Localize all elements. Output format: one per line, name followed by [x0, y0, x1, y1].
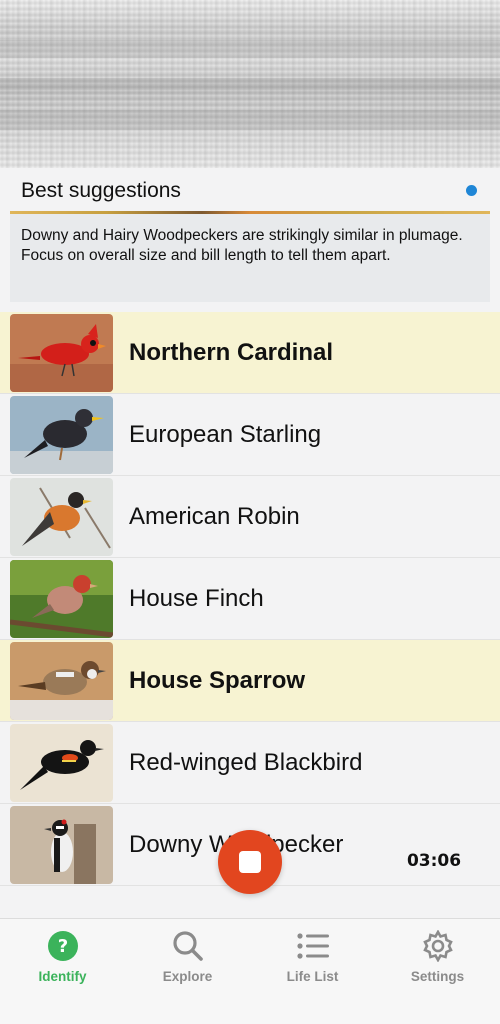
tab-life-list[interactable]: Life List	[250, 919, 375, 1024]
list-icon	[296, 929, 330, 963]
bird-name: Northern Cardinal	[129, 338, 334, 366]
stop-recording-button[interactable]	[218, 830, 282, 894]
tab-explore[interactable]: Explore	[125, 919, 250, 1024]
bird-photo	[10, 559, 113, 638]
bird-photo	[10, 477, 113, 556]
bird-name: Red-winged Blackbird	[129, 748, 363, 776]
list-item[interactable]: Northern Cardinal	[0, 312, 500, 394]
bird-photo	[10, 313, 113, 392]
bird-name: European Starling	[129, 420, 322, 448]
tab-label: Identify	[38, 969, 87, 984]
bird-photo	[10, 805, 113, 884]
search-icon	[171, 929, 205, 963]
tab-label: Explore	[162, 969, 213, 984]
svg-text:?: ?	[57, 936, 67, 957]
tab-label: Life List	[286, 969, 339, 984]
gear-icon	[421, 929, 455, 963]
list-item[interactable]: European Starling	[0, 394, 500, 476]
tab-identify[interactable]: ? Identify	[0, 919, 125, 1024]
recording-timer: 03:06	[392, 838, 476, 884]
bird-name: House Sparrow	[129, 666, 306, 694]
tab-label: Settings	[410, 969, 465, 984]
tip-text: Downy and Hairy Woodpeckers are striking…	[21, 227, 463, 264]
status-dot	[466, 185, 477, 196]
suggestions-title: Best suggestions	[21, 179, 181, 202]
bird-list: Northern Cardinal European Starling Amer…	[0, 312, 500, 886]
question-circle-icon: ?	[46, 929, 80, 963]
spectrogram	[0, 0, 500, 168]
list-item[interactable]: House Sparrow	[0, 640, 500, 722]
bird-photo	[10, 723, 113, 802]
stop-icon	[239, 851, 261, 873]
bird-photo	[10, 641, 113, 720]
list-item[interactable]: Red-winged Blackbird	[0, 722, 500, 804]
suggestions-header: Best suggestions	[10, 168, 490, 214]
bird-photo	[10, 395, 113, 474]
tab-settings[interactable]: Settings	[375, 919, 500, 1024]
bird-name: House Finch	[129, 584, 264, 612]
list-item[interactable]: American Robin	[0, 476, 500, 558]
bird-name: American Robin	[129, 502, 300, 530]
list-item[interactable]: House Finch	[0, 558, 500, 640]
tip-box: Downy and Hairy Woodpeckers are striking…	[10, 214, 490, 302]
tab-bar: ? Identify Explore Life List Settings	[0, 918, 500, 1024]
